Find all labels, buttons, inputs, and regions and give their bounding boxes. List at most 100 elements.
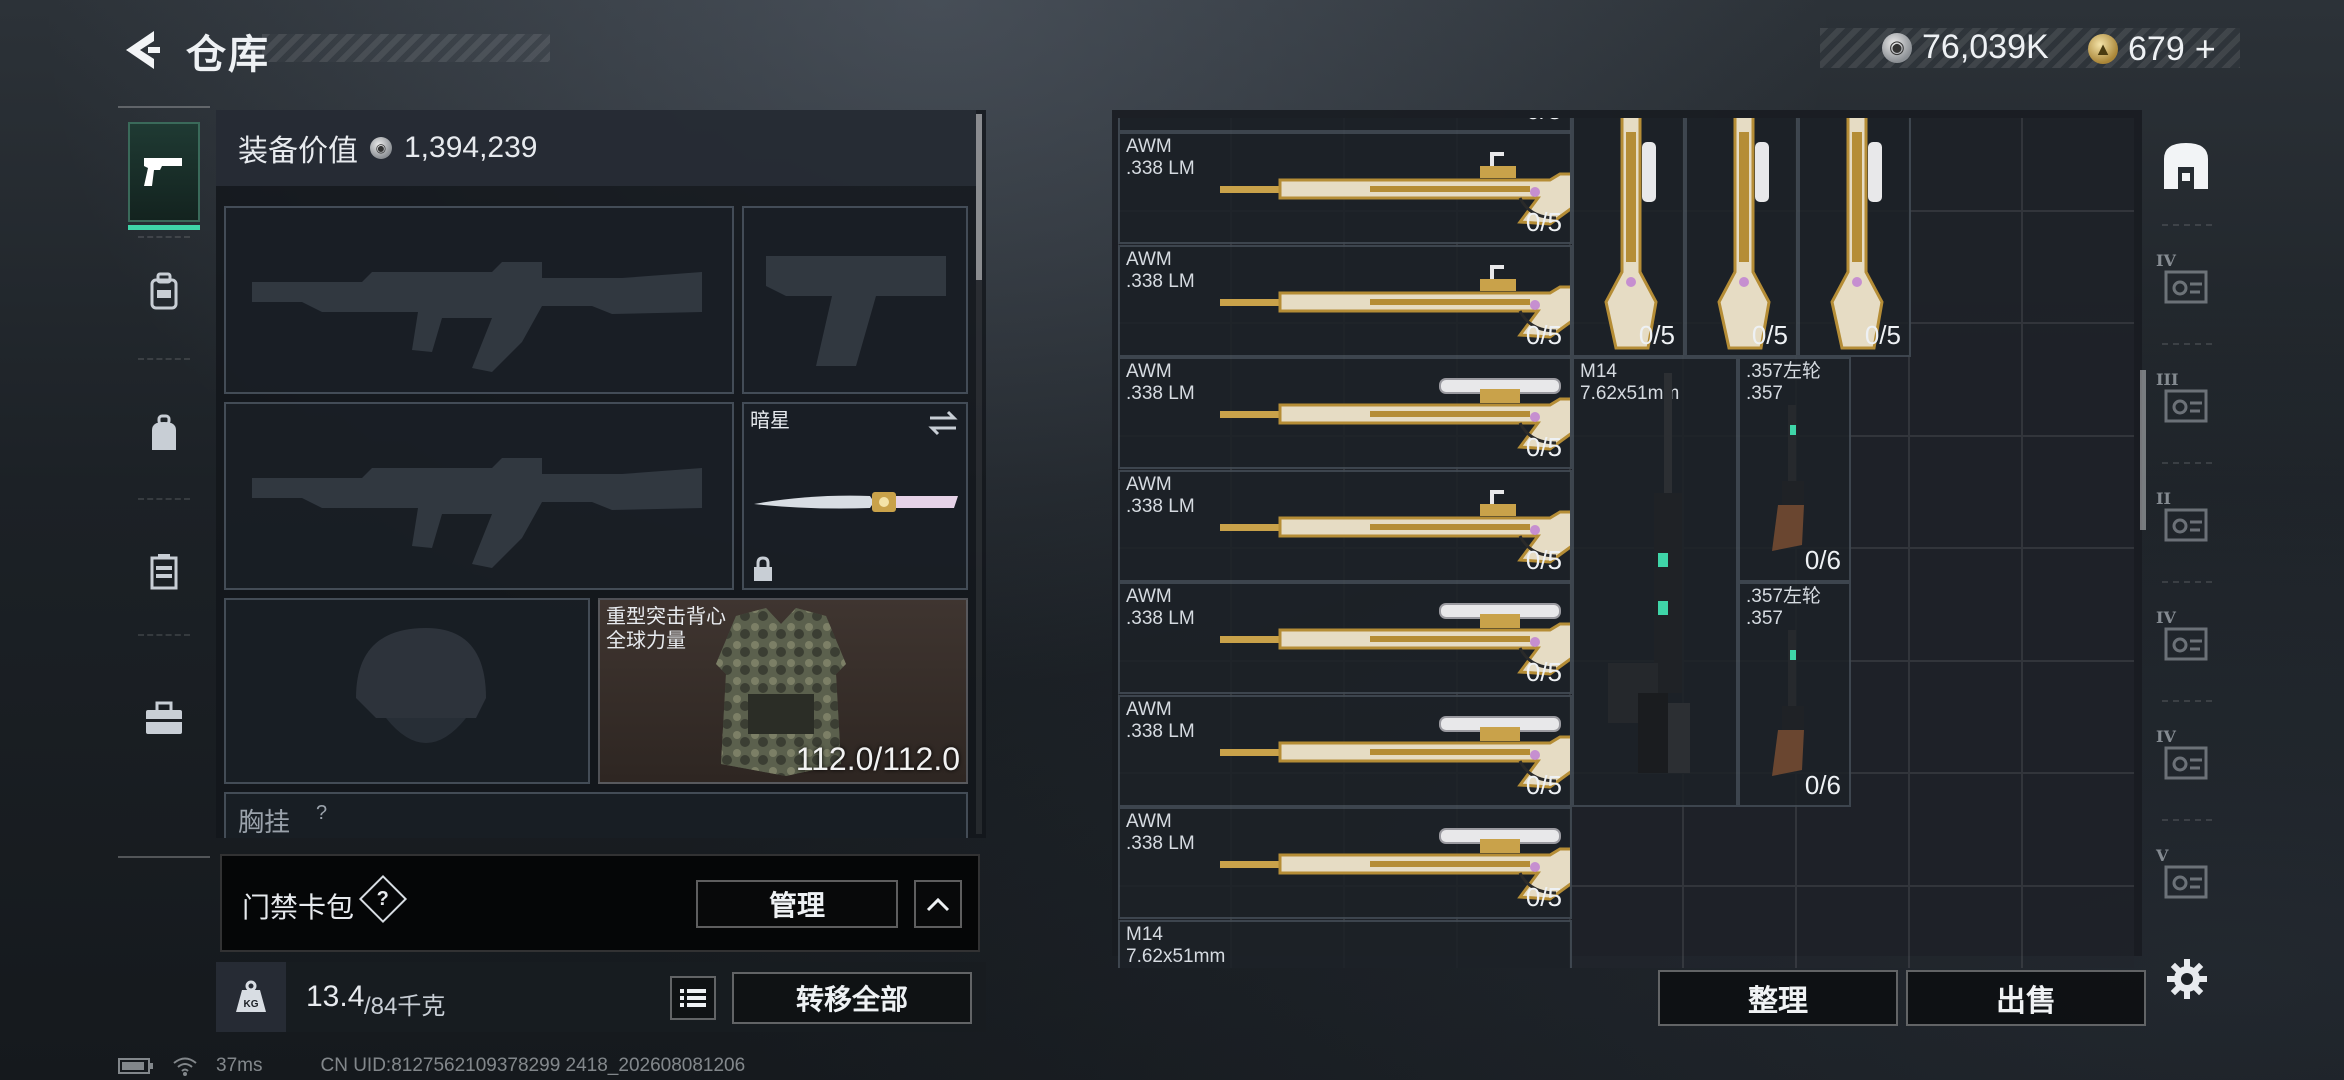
list-item[interactable]: AWM .338 LM 0/5 [1118,244,1572,357]
pistol-icon [144,158,182,186]
sort-button[interactable]: 整理 [1658,970,1898,1026]
sidebar-item-bag[interactable] [128,384,200,484]
item-name: AWM .338 LM [1126,698,1195,742]
svg-text:KG: KG [244,999,259,1010]
category-item[interactable]: III [2148,348,2224,458]
sidebar-item-backpack[interactable] [128,242,200,342]
help-glyph: ? [376,887,390,910]
manage-button[interactable]: 管理 [696,880,898,928]
awm-rifle-icon [1220,603,1570,676]
category-item[interactable]: V [2148,824,2224,934]
category-item[interactable] [2148,110,2224,220]
item-name: .357左轮 .357 [1746,361,1821,404]
list-item[interactable]: AWM .338 LM 0/5 [1118,807,1572,919]
awm-rifle-vertical-icon [1717,118,1771,350]
category-item[interactable]: IV [2148,586,2224,696]
list-item[interactable]: .357左轮 .357 0/6 [1738,582,1851,807]
list-item[interactable]: 0/5 [1572,118,1685,357]
armor-slot[interactable]: 重型突击背心 全球力量 112.0/112.0 [598,598,968,784]
uid-text: CN UID:8127562109378299 2418_20260808120… [320,1055,746,1076]
silver-coin-icon: ◉ [370,137,392,159]
grid-cell [1570,885,1683,968]
item-name: AWM .338 LM [1126,248,1195,292]
list-view-button[interactable] [670,976,716,1020]
equipment-scrollbar[interactable] [976,114,982,834]
swap-icon[interactable] [928,410,958,436]
primary-weapon-slot-1[interactable] [224,206,734,394]
item-count: 0/5 [1525,882,1562,912]
grid-cell [1909,548,2022,661]
item-count: 0/5 [1751,320,1788,350]
category-item[interactable]: IV [2148,229,2224,339]
m14-rifle-icon [1608,373,1690,773]
item-count: 0/5 [1525,769,1562,800]
weight-icon: KG [236,980,266,1012]
category-item[interactable]: II [2148,467,2224,577]
gold-plus-button[interactable]: + [2195,28,2216,70]
list-item[interactable]: 0/5 [1118,118,1572,132]
grid-cell [1909,885,2022,968]
category-item[interactable]: IV [2148,705,2224,815]
item-count: 0/5 [1638,320,1675,350]
sidebar-item-toolbox[interactable] [128,668,200,768]
silver-amount: 76,039K [1922,28,2049,66]
category-rank-label: IV [2156,251,2176,270]
item-name: M14 7.62x51mm [1126,923,1226,967]
list-item[interactable]: 0/5 [1685,118,1798,357]
awm-rifle-icon [1220,828,1570,901]
melee-slot[interactable]: 暗星 [742,402,968,590]
list-item[interactable]: AWM .338 LM 0/5 [1118,694,1572,807]
armor-durability: 112.0/112.0 [795,741,960,777]
revolver-icon [1772,405,1804,551]
item-count: 0/5 [1525,432,1562,462]
list-item[interactable]: M14 7.62x51mm [1572,357,1738,807]
sell-button[interactable]: 出售 [1906,970,2146,1026]
category-separator [2162,224,2212,226]
category-rank-label: V [2156,846,2169,865]
list-item[interactable]: .357左轮 .357 0/6 [1738,357,1851,582]
chest-rig-slot[interactable]: 胸挂 ? [224,792,968,838]
list-item[interactable]: AWM .338 LM 0/5 [1118,469,1572,582]
list-item[interactable]: M14 7.62x51mm [1118,919,1572,968]
stash-scrollbar[interactable] [2140,370,2146,530]
sidebar-item-vest[interactable] [128,522,200,622]
item-count: 0/5 [1864,320,1901,350]
expand-button[interactable] [914,880,962,928]
category-separator [2162,462,2212,464]
wifi-icon [173,1057,197,1076]
rifle-silhouette-icon [252,262,702,372]
gold-currency[interactable]: ▲ 679 + [2088,28,2216,70]
pistol-silhouette-icon [766,256,946,366]
list-item[interactable]: AWM .338 LM 0/5 [1118,582,1572,694]
transfer-all-button[interactable]: 转移全部 [732,972,972,1024]
grid-cell [2022,210,2134,323]
keycard-help-button[interactable]: ? [358,874,408,924]
list-item[interactable]: 0/5 [1798,118,1911,357]
equipment-value: 1,394,239 [404,131,538,164]
category-rank-label: III [2156,370,2179,389]
chest-rig-help[interactable]: ? [316,802,327,825]
item-name: AWM .338 LM [1126,136,1195,179]
pistol-slot[interactable] [742,206,968,394]
armor-brand: 全球力量 [606,630,686,652]
helmet-slot[interactable] [224,598,590,784]
item-name: AWM .338 LM [1126,811,1195,854]
list-icon [680,989,706,1007]
knife-icon [754,492,958,512]
weight-bar: KG 13.4 /84千克 转移全部 [216,962,986,1032]
settings-button[interactable] [2162,954,2212,1004]
stash-category-column: IV III II IV IV V [2148,110,2224,950]
list-item[interactable]: AWM .338 LM 0/5 [1118,357,1572,469]
back-button[interactable] [112,22,168,78]
primary-weapon-slot-2[interactable] [224,402,734,590]
equipment-value-row: 装备价值 ◉ 1,394,239 [216,110,976,186]
revolver-icon [1772,630,1804,776]
grid-cell [1909,323,2022,436]
sidebar-item-weapons[interactable] [128,122,200,230]
silver-currency[interactable]: ◉ 76,039K [1882,28,2049,67]
battery-icon [118,1058,153,1074]
title-decoration [262,34,550,62]
item-count: 0/5 [1525,544,1562,575]
list-item[interactable]: AWM .338 LM 0/5 [1118,132,1572,244]
category-separator [2162,700,2212,702]
